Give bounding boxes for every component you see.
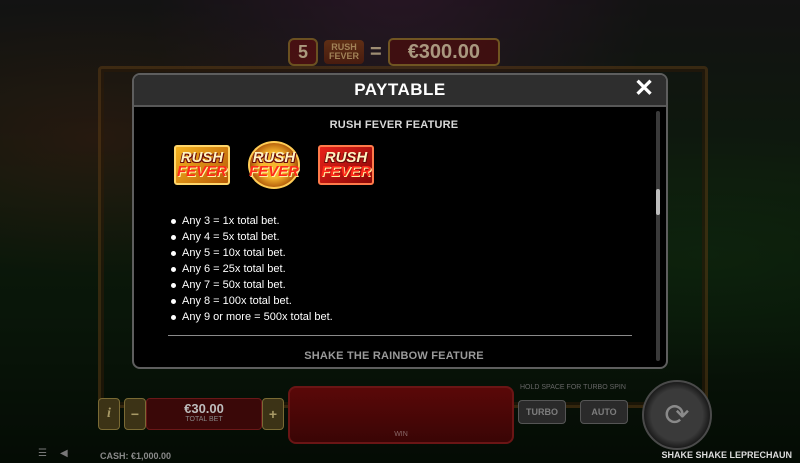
menu-icon[interactable]: ☰	[38, 448, 47, 459]
speaker-icon[interactable]: ◀	[60, 448, 68, 459]
equals-sign: =	[370, 40, 382, 63]
cash-balance: CASH: €1,000.00	[100, 451, 172, 461]
payout-item: Any 6 = 25x total bet.	[170, 261, 333, 277]
paytable-modal: PAYTABLE ✕ RUSH FEVER FEATURE RUSH FEVER …	[132, 73, 668, 369]
payout-item: Any 9 or more = 500x total bet.	[170, 309, 333, 325]
info-button[interactable]: i	[98, 398, 120, 430]
scrollbar-thumb[interactable]	[656, 189, 660, 215]
rush-fever-symbol-gold: RUSH FEVER	[168, 141, 236, 189]
auto-button[interactable]: AUTO	[580, 400, 628, 424]
modal-scrollbar[interactable]	[656, 111, 660, 361]
jackpot-amount: €300.00	[387, 38, 500, 66]
win-label: WIN	[394, 431, 408, 438]
win-display: WIN	[288, 386, 514, 444]
symbol-text-line2: FEVER	[248, 163, 299, 180]
rush-fever-symbol-coin: RUSH FEVER	[240, 141, 308, 189]
modal-header: PAYTABLE ✕	[134, 75, 666, 107]
modal-title: PAYTABLE	[354, 80, 446, 99]
payout-list: Any 3 = 1x total bet. Any 4 = 5x total b…	[170, 213, 333, 325]
lines-count: 5	[288, 38, 318, 66]
payout-item: Any 4 = 5x total bet.	[170, 229, 333, 245]
symbol-text-line2: FEVER	[176, 163, 227, 180]
decrease-bet-button[interactable]: −	[124, 398, 146, 430]
logo-line2: FEVER	[328, 51, 359, 61]
close-icon[interactable]: ✕	[632, 77, 656, 101]
section-title-shake-rainbow: SHAKE THE RAINBOW FEATURE	[304, 350, 484, 362]
jackpot-display: 5 RUSH FEVER = €300.00	[288, 38, 500, 66]
spin-icon[interactable]: ⟳	[642, 380, 712, 450]
turbo-button[interactable]: TURBO	[518, 400, 566, 424]
payout-item: Any 3 = 1x total bet.	[170, 213, 333, 229]
control-bar: i − €30.00 TOTAL BET + WIN HOLD SPACE FO…	[0, 380, 800, 463]
rush-fever-logo: RUSH FEVER	[324, 40, 364, 64]
rush-fever-symbols: RUSH FEVER RUSH FEVER RUSH FEVER	[168, 141, 380, 189]
payout-item: Any 5 = 10x total bet.	[170, 245, 333, 261]
section-divider	[168, 335, 632, 336]
section-title-rush-fever: RUSH FEVER FEATURE	[329, 119, 459, 131]
game-title: SHAKE SHAKE LEPRECHAUN	[661, 450, 792, 460]
total-bet-display: €30.00 TOTAL BET	[146, 398, 262, 430]
payout-item: Any 8 = 100x total bet.	[170, 293, 333, 309]
turbo-hint: HOLD SPACE FOR TURBO SPIN	[520, 384, 626, 391]
payout-item: Any 7 = 50x total bet.	[170, 277, 333, 293]
bet-label: TOTAL BET	[185, 416, 223, 423]
increase-bet-button[interactable]: +	[262, 398, 284, 430]
rush-fever-symbol-red: RUSH FEVER	[312, 141, 380, 189]
symbol-text-line2: FEVER	[320, 163, 371, 180]
bet-amount: €30.00	[184, 401, 224, 416]
